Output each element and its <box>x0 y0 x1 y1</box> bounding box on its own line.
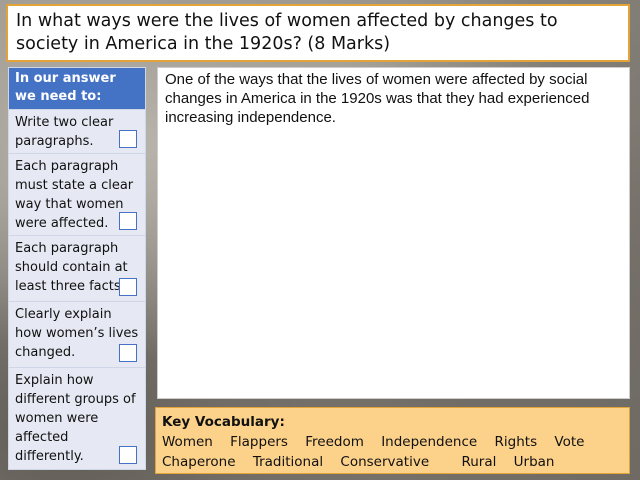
answer-text: One of the ways that the lives of women … <box>165 71 590 126</box>
question-title-box: In what ways were the lives of women aff… <box>6 4 630 62</box>
checklist-item-text: Write two clear paragraphs. <box>15 115 114 149</box>
answer-checklist: In our answer we need to: Write two clea… <box>8 67 146 470</box>
checklist-header: In our answer we need to: <box>8 67 146 110</box>
checkbox[interactable] <box>119 344 137 362</box>
vocab-word: Chaperone <box>162 454 236 470</box>
vocab-word: Flappers <box>230 434 288 450</box>
checklist-item: Write two clear paragraphs. <box>8 110 146 154</box>
checklist-item-text: Explain how different groups of women we… <box>15 373 136 464</box>
answer-text-area[interactable]: One of the ways that the lives of women … <box>157 67 630 399</box>
checklist-item: Each paragraph must state a clear way th… <box>8 154 146 236</box>
question-title: In what ways were the lives of women aff… <box>16 11 558 54</box>
checkbox[interactable] <box>119 446 137 464</box>
vocab-word: Freedom <box>305 434 364 450</box>
checklist-item: Each paragraph should contain at least t… <box>8 236 146 302</box>
vocab-word: Traditional <box>252 454 324 470</box>
vocabulary-row-2: Chaperone Traditional Conservative Rural… <box>162 452 623 472</box>
vocab-word: Women <box>162 434 213 450</box>
vocabulary-title: Key Vocabulary: <box>162 414 285 430</box>
vocab-word: Rural <box>461 454 497 470</box>
vocab-word: Conservative <box>340 454 430 470</box>
checklist-item: Explain how different groups of women we… <box>8 368 146 470</box>
vocab-word: Urban <box>513 454 555 470</box>
checkbox[interactable] <box>119 130 137 148</box>
checkbox[interactable] <box>119 278 137 296</box>
checklist-item-text: Each paragraph should contain at least t… <box>15 241 128 294</box>
vocab-word: Independence <box>381 434 478 450</box>
vocab-word: Rights <box>494 434 538 450</box>
vocabulary-row-1: Women Flappers Freedom Independence Righ… <box>162 432 623 452</box>
vocab-word: Vote <box>554 434 585 450</box>
checklist-item: Clearly explain how women’s lives change… <box>8 302 146 368</box>
key-vocabulary-box: Key Vocabulary: Women Flappers Freedom I… <box>155 407 630 474</box>
checklist-item-text: Each paragraph must state a clear way th… <box>15 159 134 231</box>
checkbox[interactable] <box>119 212 137 230</box>
